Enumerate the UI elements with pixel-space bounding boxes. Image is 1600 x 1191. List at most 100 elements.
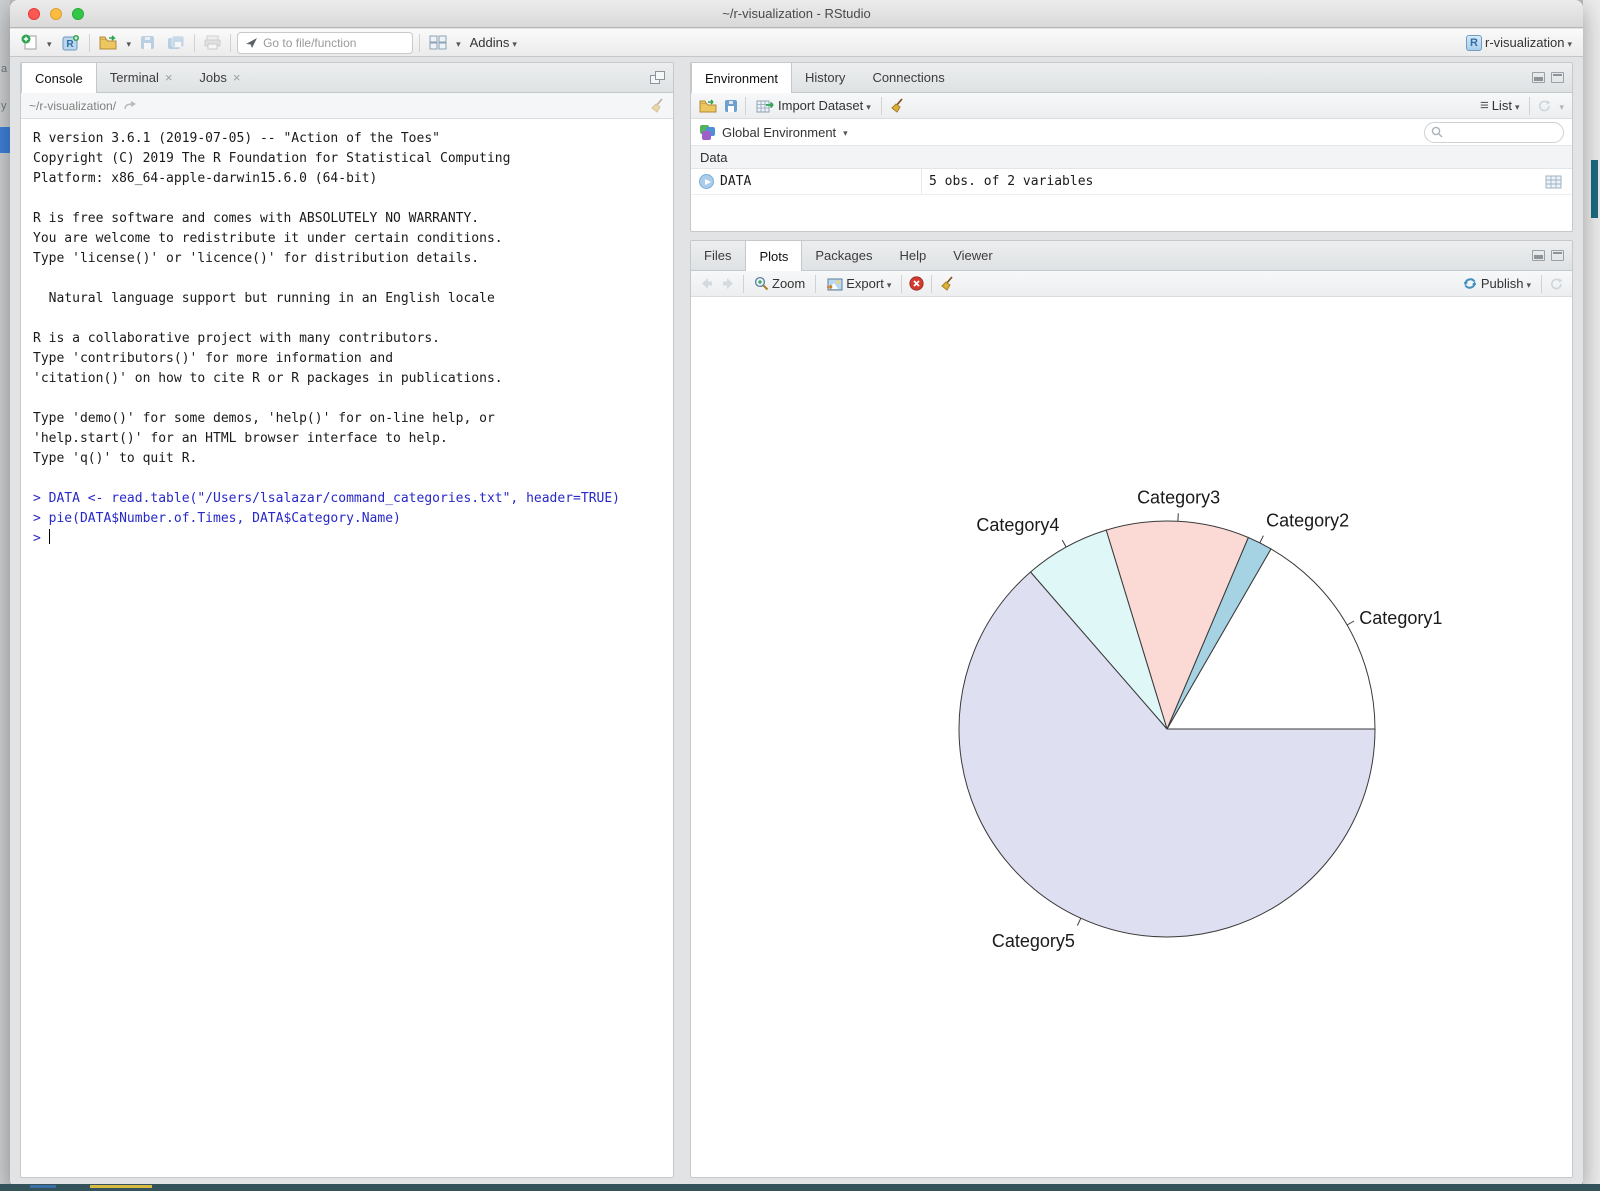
console-output-line: Natural language support but running in … bbox=[33, 289, 673, 309]
maximize-pane-icon[interactable] bbox=[1551, 72, 1564, 83]
console-cursor[interactable] bbox=[49, 529, 50, 544]
export-plot-button[interactable]: Export bbox=[823, 273, 894, 295]
list-view-icon bbox=[1480, 97, 1489, 115]
plots-pane: Files Plots Packages Help Viewer bbox=[690, 240, 1573, 1178]
new-file-button[interactable] bbox=[18, 32, 41, 53]
list-view-caret bbox=[1515, 97, 1520, 115]
goto-arrow-icon bbox=[245, 37, 258, 49]
tab-connections[interactable]: Connections bbox=[859, 63, 958, 92]
tab-files[interactable]: Files bbox=[691, 241, 745, 270]
expand-object-icon[interactable] bbox=[699, 174, 714, 189]
global-environment-icon bbox=[699, 124, 715, 140]
list-view-button[interactable]: List bbox=[1477, 95, 1523, 117]
clear-all-plots-icon[interactable] bbox=[939, 276, 955, 292]
titlebar: ~/r-visualization - RStudio bbox=[10, 0, 1583, 28]
save-all-button[interactable] bbox=[164, 33, 188, 52]
tab-console[interactable]: Console bbox=[21, 63, 97, 93]
open-recent-dropdown[interactable] bbox=[127, 34, 132, 52]
import-dataset-button[interactable]: Import Dataset bbox=[753, 95, 874, 117]
close-terminal-tab-icon[interactable] bbox=[165, 70, 173, 85]
console-tabstrip: Console Terminal Jobs bbox=[21, 63, 673, 93]
close-jobs-tab-icon[interactable] bbox=[233, 70, 241, 85]
console-output-line: R version 3.6.1 (2019-07-05) -- "Action … bbox=[33, 129, 673, 149]
open-file-button[interactable] bbox=[96, 33, 121, 52]
tab-environment[interactable]: Environment bbox=[691, 63, 792, 93]
print-button[interactable] bbox=[201, 33, 224, 52]
maximize-pane-icon[interactable] bbox=[1551, 250, 1564, 261]
toolbar-separator bbox=[419, 34, 420, 52]
next-plot-icon[interactable] bbox=[721, 277, 736, 290]
console-output-line: Copyright (C) 2019 The R Foundation for … bbox=[33, 149, 673, 169]
background-text-fragment: y bbox=[1, 100, 7, 112]
pane-layout-dropdown[interactable] bbox=[456, 34, 461, 52]
clear-environment-icon[interactable] bbox=[889, 98, 905, 114]
console-header-row: ~/r-visualization/ bbox=[21, 93, 673, 119]
save-icon bbox=[140, 35, 155, 50]
working-directory: ~/r-visualization/ bbox=[29, 99, 116, 113]
toolbar-separator bbox=[745, 97, 746, 115]
toolbar-separator bbox=[931, 275, 932, 293]
environment-scope-caret[interactable] bbox=[843, 123, 848, 141]
search-icon bbox=[1431, 126, 1443, 138]
console-output-line: Type 'demo()' for some demos, 'help()' f… bbox=[33, 409, 673, 429]
zoom-plot-button[interactable]: Zoom bbox=[751, 274, 808, 293]
tab-console-label: Console bbox=[35, 71, 83, 86]
environment-toolbar: Import Dataset List bbox=[691, 93, 1572, 119]
view-data-icon[interactable] bbox=[1545, 175, 1562, 189]
refresh-plot-icon[interactable] bbox=[1549, 277, 1564, 291]
save-button[interactable] bbox=[137, 33, 158, 52]
tab-history[interactable]: History bbox=[792, 63, 859, 92]
tab-help[interactable]: Help bbox=[886, 241, 940, 270]
tab-plots[interactable]: Plots bbox=[745, 241, 802, 271]
pane-layout-icon bbox=[429, 35, 447, 50]
project-menu-button[interactable]: R r-visualization bbox=[1463, 32, 1575, 54]
save-workspace-icon[interactable] bbox=[724, 99, 738, 113]
environment-entry-row[interactable]: DATA 5 obs. of 2 variables bbox=[691, 169, 1572, 195]
import-dataset-icon bbox=[756, 99, 775, 113]
new-file-icon bbox=[21, 34, 38, 51]
environment-search-input[interactable] bbox=[1424, 122, 1564, 143]
console-output[interactable]: R version 3.6.1 (2019-07-05) -- "Action … bbox=[21, 119, 673, 549]
tab-packages[interactable]: Packages bbox=[802, 241, 886, 270]
new-project-button[interactable]: R bbox=[58, 32, 83, 54]
tab-jobs-label: Jobs bbox=[199, 70, 226, 85]
tab-jobs[interactable]: Jobs bbox=[186, 63, 254, 92]
clear-console-icon[interactable] bbox=[649, 98, 665, 114]
new-file-dropdown[interactable] bbox=[47, 34, 52, 52]
load-workspace-icon[interactable] bbox=[699, 99, 717, 113]
refresh-dropdown[interactable] bbox=[1559, 97, 1564, 115]
save-all-icon bbox=[167, 35, 185, 50]
data-section-header: Data bbox=[691, 146, 1572, 169]
remove-plot-icon[interactable] bbox=[909, 276, 924, 291]
pie-slice-label: Category3 bbox=[1137, 487, 1220, 507]
goto-file-input[interactable]: Go to file/function bbox=[237, 32, 413, 54]
tab-history-label: History bbox=[805, 70, 845, 85]
console-output-line bbox=[33, 269, 673, 289]
minimize-pane-icon[interactable] bbox=[1532, 250, 1545, 261]
environment-pane: Environment History Connections bbox=[690, 62, 1573, 232]
maximize-console-pane-icon[interactable] bbox=[650, 71, 665, 84]
pie-slice-label: Category4 bbox=[976, 515, 1059, 535]
background-blue-item bbox=[0, 127, 10, 153]
rstudio-window: ~/r-visualization - RStudio R bbox=[10, 0, 1583, 1185]
previous-plot-icon[interactable] bbox=[699, 277, 714, 290]
toolbar-separator bbox=[230, 34, 231, 52]
toolbar-separator bbox=[743, 275, 744, 293]
background-left-strip: a y bbox=[0, 0, 10, 1191]
minimize-pane-icon[interactable] bbox=[1532, 72, 1545, 83]
pie-label-tick bbox=[1260, 536, 1264, 543]
environment-tabstrip: Environment History Connections bbox=[691, 63, 1572, 93]
column-divider bbox=[921, 169, 922, 194]
publish-button[interactable]: Publish bbox=[1459, 273, 1534, 295]
goto-directory-icon[interactable] bbox=[123, 100, 137, 111]
toolbar-separator bbox=[881, 97, 882, 115]
project-icon: R bbox=[1466, 35, 1482, 51]
addins-button[interactable]: Addins bbox=[467, 32, 520, 54]
print-icon bbox=[204, 35, 221, 50]
window-title: ~/r-visualization - RStudio bbox=[10, 6, 1583, 21]
tab-terminal[interactable]: Terminal bbox=[97, 63, 187, 92]
tab-viewer[interactable]: Viewer bbox=[940, 241, 1007, 270]
import-dataset-label: Import Dataset bbox=[778, 98, 863, 113]
refresh-environment-icon[interactable] bbox=[1537, 99, 1552, 113]
pane-layout-button[interactable] bbox=[426, 33, 450, 52]
